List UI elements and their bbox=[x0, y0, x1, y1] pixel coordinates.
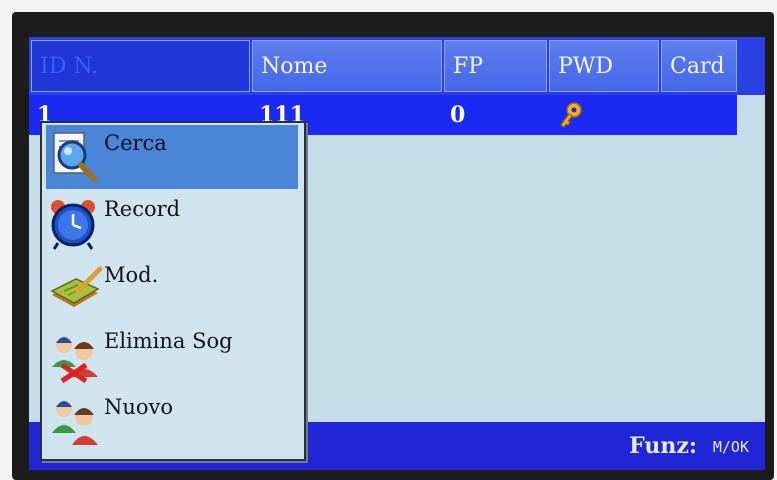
edit-icon bbox=[50, 266, 103, 307]
menu-item-label: Mod. bbox=[104, 263, 159, 287]
column-header-nome[interactable]: Nome bbox=[252, 40, 442, 92]
context-menu: Cerca Record Mod. Elimina Sog Nuovo bbox=[40, 121, 306, 461]
menu-item-label: Cerca bbox=[104, 131, 167, 155]
alarm-clock-icon bbox=[51, 200, 95, 250]
menu-item-label: Record bbox=[104, 197, 181, 221]
menu-item-record[interactable]: Record bbox=[46, 191, 298, 255]
search-icon bbox=[53, 132, 97, 182]
column-header-id[interactable]: ID N. bbox=[31, 40, 250, 92]
menu-item-label: Nuovo bbox=[104, 395, 174, 419]
delete-user-icon bbox=[52, 337, 98, 383]
function-keys-hint: M/OK bbox=[712, 438, 749, 456]
column-header-fp[interactable]: FP bbox=[444, 40, 547, 92]
table-header: ID N. Nome FP PWD Card bbox=[29, 37, 765, 95]
cell-fp: 0 bbox=[450, 102, 466, 128]
column-header-pwd[interactable]: PWD bbox=[549, 40, 659, 92]
key-icon bbox=[560, 102, 582, 128]
menu-item-label: Elimina Sog bbox=[104, 329, 233, 353]
menu-item-elimina-sog[interactable]: Elimina Sog bbox=[46, 323, 298, 387]
column-header-card[interactable]: Card bbox=[661, 40, 737, 92]
menu-item-mod[interactable]: Mod. bbox=[46, 257, 298, 321]
menu-item-nuovo[interactable]: Nuovo bbox=[46, 389, 298, 453]
screen: ID N. Nome FP PWD Card 1 111 0 Funz: M/O… bbox=[29, 37, 765, 470]
menu-item-cerca[interactable]: Cerca bbox=[46, 125, 298, 189]
new-user-icon bbox=[52, 401, 98, 445]
function-label: Funz: bbox=[629, 433, 697, 459]
